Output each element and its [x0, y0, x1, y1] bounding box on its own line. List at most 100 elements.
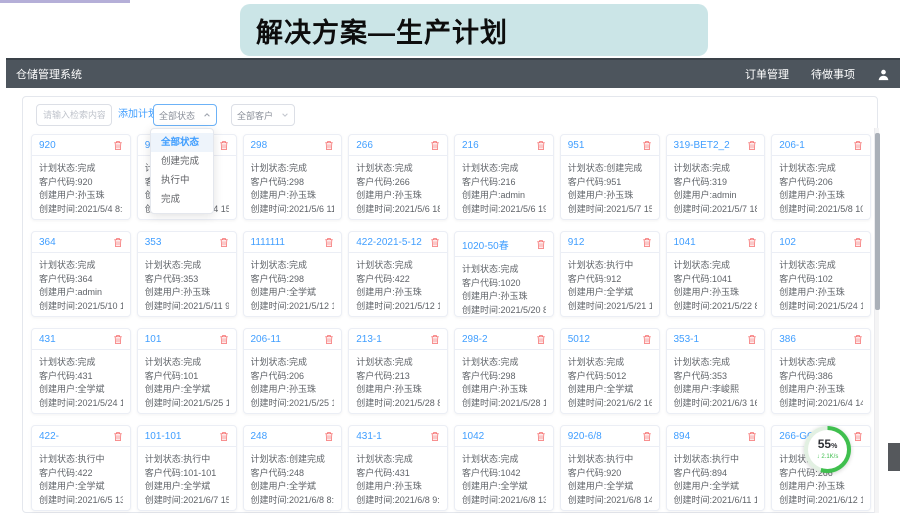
delete-icon[interactable]: [430, 237, 440, 248]
delete-icon[interactable]: [853, 431, 863, 442]
plan-title[interactable]: 216: [462, 140, 479, 151]
delete-icon[interactable]: [642, 140, 652, 151]
customer-code-line: 客户代码:912: [568, 273, 652, 287]
plan-title[interactable]: 951: [568, 140, 585, 151]
add-plan-button[interactable]: 添加计划: [118, 104, 158, 126]
plan-title[interactable]: 101-101: [145, 431, 182, 442]
delete-icon[interactable]: [536, 140, 546, 151]
plan-status-line: 计划状态:完成: [356, 356, 440, 370]
delete-icon[interactable]: [113, 334, 123, 345]
nav-order-management[interactable]: 订单管理: [745, 66, 789, 82]
plan-title[interactable]: 206-11: [251, 334, 281, 345]
plan-title[interactable]: 5012: [568, 334, 590, 345]
delete-icon[interactable]: [642, 431, 652, 442]
plan-title[interactable]: 213-1: [356, 334, 382, 345]
customer-code-line: 客户代码:266: [356, 176, 440, 190]
delete-icon[interactable]: [219, 237, 229, 248]
plan-card-header: 101-101: [138, 426, 236, 447]
dropdown-option[interactable]: 执行中: [151, 171, 213, 190]
delete-icon[interactable]: [324, 237, 334, 248]
delete-icon[interactable]: [536, 334, 546, 345]
plan-title[interactable]: 431: [39, 334, 56, 345]
search-input[interactable]: [36, 104, 112, 126]
created-user-line: 创建用户:全学斌: [568, 383, 652, 397]
plan-card-body: 计划状态:完成客户代码:298创建用户:全学斌创建时间:2021/5/12 11…: [244, 253, 342, 313]
delete-icon[interactable]: [642, 237, 652, 248]
plan-title[interactable]: 422-: [39, 431, 59, 442]
customer-code-line: 客户代码:386: [779, 370, 863, 384]
plan-title[interactable]: 386: [779, 334, 796, 345]
created-time-line: 创建时间:2021/6/8 13:50:19: [462, 494, 546, 508]
created-user-line: 创建用户:全学斌: [39, 480, 123, 494]
panel-scrollbar-thumb[interactable]: [875, 133, 880, 310]
dropdown-option[interactable]: 全部状态: [151, 133, 213, 152]
plan-title[interactable]: 894: [674, 431, 691, 442]
plan-status-line: 计划状态:完成: [145, 259, 229, 273]
delete-icon[interactable]: [113, 140, 123, 151]
delete-icon[interactable]: [853, 237, 863, 248]
customer-filter-select[interactable]: 全部客户: [231, 104, 295, 126]
plan-title[interactable]: 353: [145, 237, 162, 248]
created-user-line: 创建用户:全学斌: [39, 383, 123, 397]
window-scrollbar-thumb[interactable]: [888, 443, 900, 471]
delete-icon[interactable]: [219, 140, 229, 151]
delete-icon[interactable]: [536, 239, 546, 250]
delete-icon[interactable]: [853, 140, 863, 151]
plan-title[interactable]: 266: [356, 140, 373, 151]
created-user-line: 创建用户:全学斌: [145, 383, 229, 397]
delete-icon[interactable]: [219, 334, 229, 345]
delete-icon[interactable]: [430, 431, 440, 442]
dropdown-option[interactable]: 完成: [151, 190, 213, 209]
customer-code-line: 客户代码:298: [251, 176, 335, 190]
delete-icon[interactable]: [430, 140, 440, 151]
plan-title[interactable]: 206-1: [779, 140, 805, 151]
delete-icon[interactable]: [747, 237, 757, 248]
plan-card-body: 计划状态:完成客户代码:431创建用户:孙玉珠创建时间:2021/6/8 9:1…: [349, 447, 447, 507]
created-time-line: 创建时间:2021/6/8 9:10:39: [356, 494, 440, 508]
created-time-line: 创建时间:2021/5/12 16:51:27: [356, 300, 440, 314]
plan-card-body: 计划状态:完成客户代码:206创建用户:孙玉珠创建时间:2021/5/8 10:…: [772, 156, 870, 216]
plan-title[interactable]: 1111111: [251, 237, 285, 248]
delete-icon[interactable]: [853, 334, 863, 345]
plan-card-header: 894: [667, 426, 765, 447]
plan-title[interactable]: 1041: [674, 237, 696, 248]
delete-icon[interactable]: [113, 237, 123, 248]
delete-icon[interactable]: [747, 334, 757, 345]
plan-card-body: 计划状态:完成客户代码:102创建用户:孙玉珠创建时间:2021/5/24 10…: [772, 253, 870, 313]
plan-title[interactable]: 920: [39, 140, 56, 151]
plan-card-body: 计划状态:完成客户代码:353创建用户:李峻熙创建时间:2021/6/3 16:…: [667, 350, 765, 410]
plan-card-body: 计划状态:完成客户代码:213创建用户:孙玉珠创建时间:2021/5/28 8:…: [349, 350, 447, 410]
created-user-line: 创建用户:全学斌: [145, 480, 229, 494]
nav-todo-items[interactable]: 待做事项: [811, 66, 855, 82]
plan-title[interactable]: 101: [145, 334, 162, 345]
plan-card: 298计划状态:完成客户代码:298创建用户:孙玉珠创建时间:2021/5/6 …: [243, 134, 343, 220]
delete-icon[interactable]: [113, 431, 123, 442]
plan-title[interactable]: 1020-50春: [462, 237, 509, 252]
delete-icon[interactable]: [536, 431, 546, 442]
plan-title[interactable]: 298-2: [462, 334, 488, 345]
delete-icon[interactable]: [219, 431, 229, 442]
plan-title[interactable]: 1042: [462, 431, 484, 442]
plan-title[interactable]: 920-6/8: [568, 431, 602, 442]
delete-icon[interactable]: [747, 431, 757, 442]
plan-title[interactable]: 298: [251, 140, 268, 151]
plan-title[interactable]: 248: [251, 431, 268, 442]
delete-icon[interactable]: [324, 431, 334, 442]
plan-card: 1042计划状态:完成客户代码:1042创建用户:全学斌创建时间:2021/6/…: [454, 425, 554, 511]
delete-icon[interactable]: [430, 334, 440, 345]
plan-title[interactable]: 912: [568, 237, 585, 248]
plan-title[interactable]: 353-1: [674, 334, 700, 345]
user-icon[interactable]: [877, 68, 890, 81]
plan-title[interactable]: 422-2021-5-12: [356, 237, 422, 248]
delete-icon[interactable]: [642, 334, 652, 345]
delete-icon[interactable]: [324, 140, 334, 151]
delete-icon[interactable]: [747, 140, 757, 151]
plan-title[interactable]: 319-BET2_2: [674, 140, 730, 151]
plan-title[interactable]: 364: [39, 237, 56, 248]
plan-title[interactable]: 102: [779, 237, 796, 248]
delete-icon[interactable]: [324, 334, 334, 345]
plan-card: 101-101计划状态:执行中客户代码:101-101创建用户:全学斌创建时间:…: [137, 425, 237, 511]
plan-title[interactable]: 431-1: [356, 431, 382, 442]
dropdown-option[interactable]: 创建完成: [151, 152, 213, 171]
status-filter-select[interactable]: 全部状态: [153, 104, 217, 126]
